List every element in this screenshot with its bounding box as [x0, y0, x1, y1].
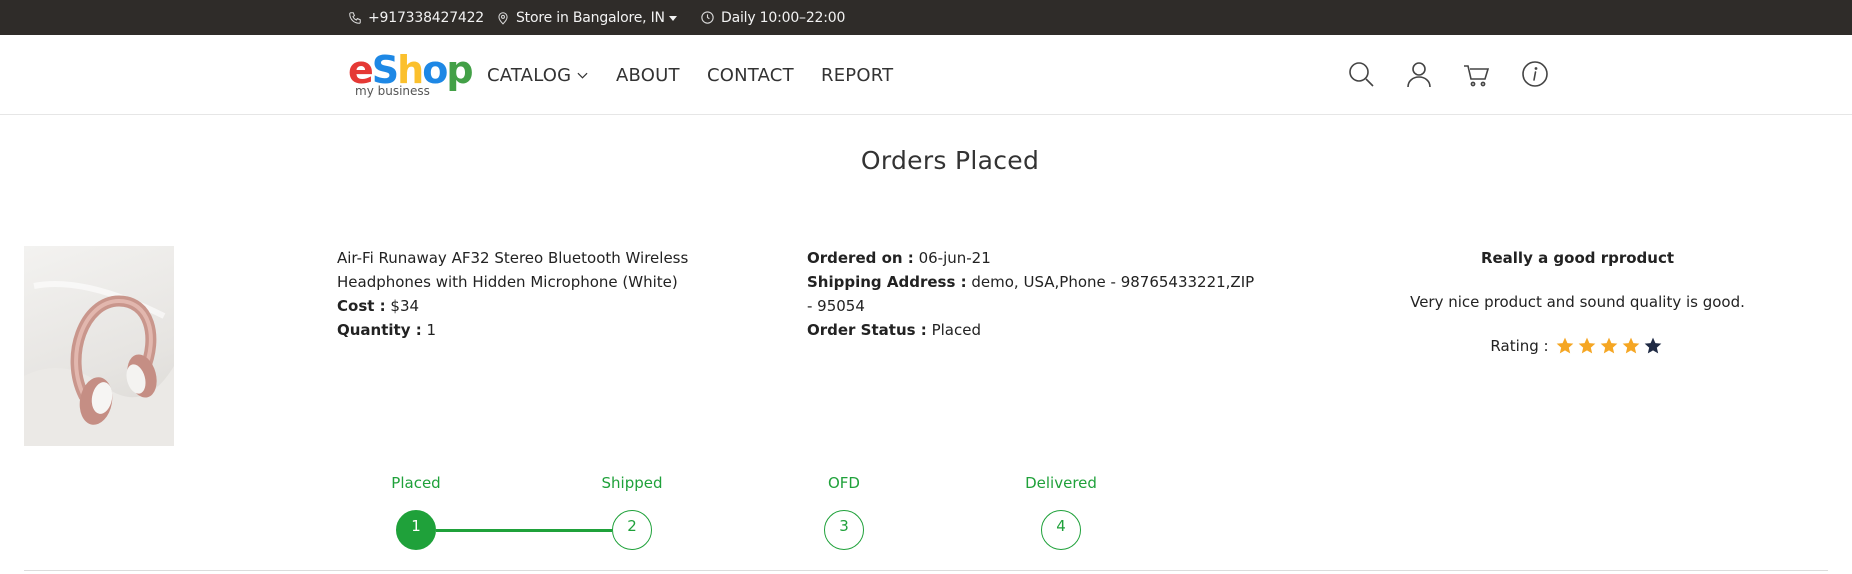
cart-icon	[1464, 65, 1490, 87]
quantity-row: Quantity : 1	[337, 318, 777, 342]
status-value: Placed	[931, 321, 981, 339]
location-pin-icon	[498, 11, 508, 25]
user-icon	[1407, 62, 1431, 88]
quantity-value: 1	[426, 321, 437, 339]
cost-value: $34	[390, 297, 420, 315]
product-name[interactable]: Air-Fi Runaway AF32 Stereo Bluetooth Wir…	[337, 246, 777, 294]
logo-subtitle: my business	[355, 84, 430, 98]
cost-row: Cost : $34	[337, 294, 777, 318]
tracker-step-circle: 2	[612, 510, 652, 550]
cost-label: Cost :	[337, 297, 386, 315]
rating-row: Rating :	[1380, 334, 1775, 358]
ordered-on-label: Ordered on :	[807, 249, 914, 267]
review-text: Very nice product and sound quality is g…	[1410, 293, 1745, 311]
tracker-progress-line	[436, 529, 612, 532]
product-details: Air-Fi Runaway AF32 Stereo Bluetooth Wir…	[337, 246, 777, 342]
phone-icon	[349, 11, 361, 24]
rating-label: Rating :	[1490, 337, 1549, 355]
quantity-label: Quantity :	[337, 321, 422, 339]
page-title: Orders Placed	[860, 146, 1040, 175]
ordered-on-value: 06-jun-21	[918, 249, 991, 267]
phone-text: +917338427422	[368, 9, 485, 26]
star-empty-icon	[1644, 337, 1661, 354]
account-button[interactable]	[1402, 57, 1436, 91]
star-filled-icon	[1622, 337, 1639, 354]
cart-button[interactable]	[1459, 57, 1493, 91]
shipping-label: Shipping Address :	[807, 273, 967, 291]
tracker-step-circle: 3	[824, 510, 864, 550]
nav-catalog-label: CATALOG	[487, 64, 572, 86]
status-label: Order Status :	[807, 321, 927, 339]
headphones-image	[24, 281, 174, 446]
tracker-step-circle: 4	[1041, 510, 1081, 550]
shipping-row: Shipping Address : demo, USA,Phone - 987…	[807, 270, 1257, 318]
tracker-step-label: OFD	[828, 474, 860, 492]
tracker-step-label: Placed	[391, 474, 441, 492]
star-filled-icon	[1600, 337, 1617, 354]
rating-stars	[1555, 336, 1665, 356]
nav-contact[interactable]: CONTACT	[707, 35, 794, 115]
tracker-step-label: Delivered	[1025, 474, 1097, 492]
hours-text: Daily 10:00–22:00	[721, 9, 846, 26]
caret-down-icon	[668, 15, 677, 21]
info-icon	[1522, 61, 1548, 87]
store-selector[interactable]: Store in Bangalore, IN	[496, 0, 677, 35]
order-tracker: Placed 1 Shipped 2 OFD 3 Delivered 4	[0, 474, 1852, 554]
tracker-step-circle: 1	[396, 510, 436, 550]
phone-contact[interactable]: +917338427422	[348, 0, 484, 35]
nav-contact-label: CONTACT	[707, 64, 794, 86]
nav-report[interactable]: REPORT	[821, 35, 893, 115]
nav-about[interactable]: ABOUT	[616, 35, 680, 115]
star-filled-icon	[1578, 337, 1595, 354]
nav-catalog[interactable]: CATALOG	[487, 35, 588, 115]
nav-about-label: ABOUT	[616, 64, 680, 86]
review-title: Really a good rproduct	[1480, 249, 1675, 267]
info-button[interactable]	[1518, 57, 1552, 91]
divider	[24, 570, 1828, 571]
product-image[interactable]	[24, 246, 174, 446]
status-row: Order Status : Placed	[807, 318, 1257, 342]
search-button[interactable]	[1344, 57, 1378, 91]
chevron-down-icon	[577, 72, 588, 79]
search-icon	[1349, 62, 1374, 87]
eshop-logo[interactable]: eShop my business	[348, 51, 474, 98]
logo-letter: p	[446, 48, 473, 92]
store-hours: Daily 10:00–22:00	[700, 0, 845, 35]
ordered-on-row: Ordered on : 06-jun-21	[807, 246, 1257, 270]
review-panel: Really a good rproduct Very nice product…	[1380, 246, 1775, 358]
order-details: Ordered on : 06-jun-21 Shipping Address …	[807, 246, 1257, 342]
clock-icon	[701, 11, 714, 24]
store-text: Store in Bangalore, IN	[516, 9, 665, 26]
top-info-bar: +917338427422 Store in Bangalore, IN Dai…	[0, 0, 1852, 35]
nav-report-label: REPORT	[821, 64, 894, 86]
star-filled-icon	[1556, 337, 1573, 354]
main-header: eShop my business CATALOG ABOUT CONTACT …	[0, 35, 1852, 115]
tracker-step-label: Shipped	[601, 474, 663, 492]
